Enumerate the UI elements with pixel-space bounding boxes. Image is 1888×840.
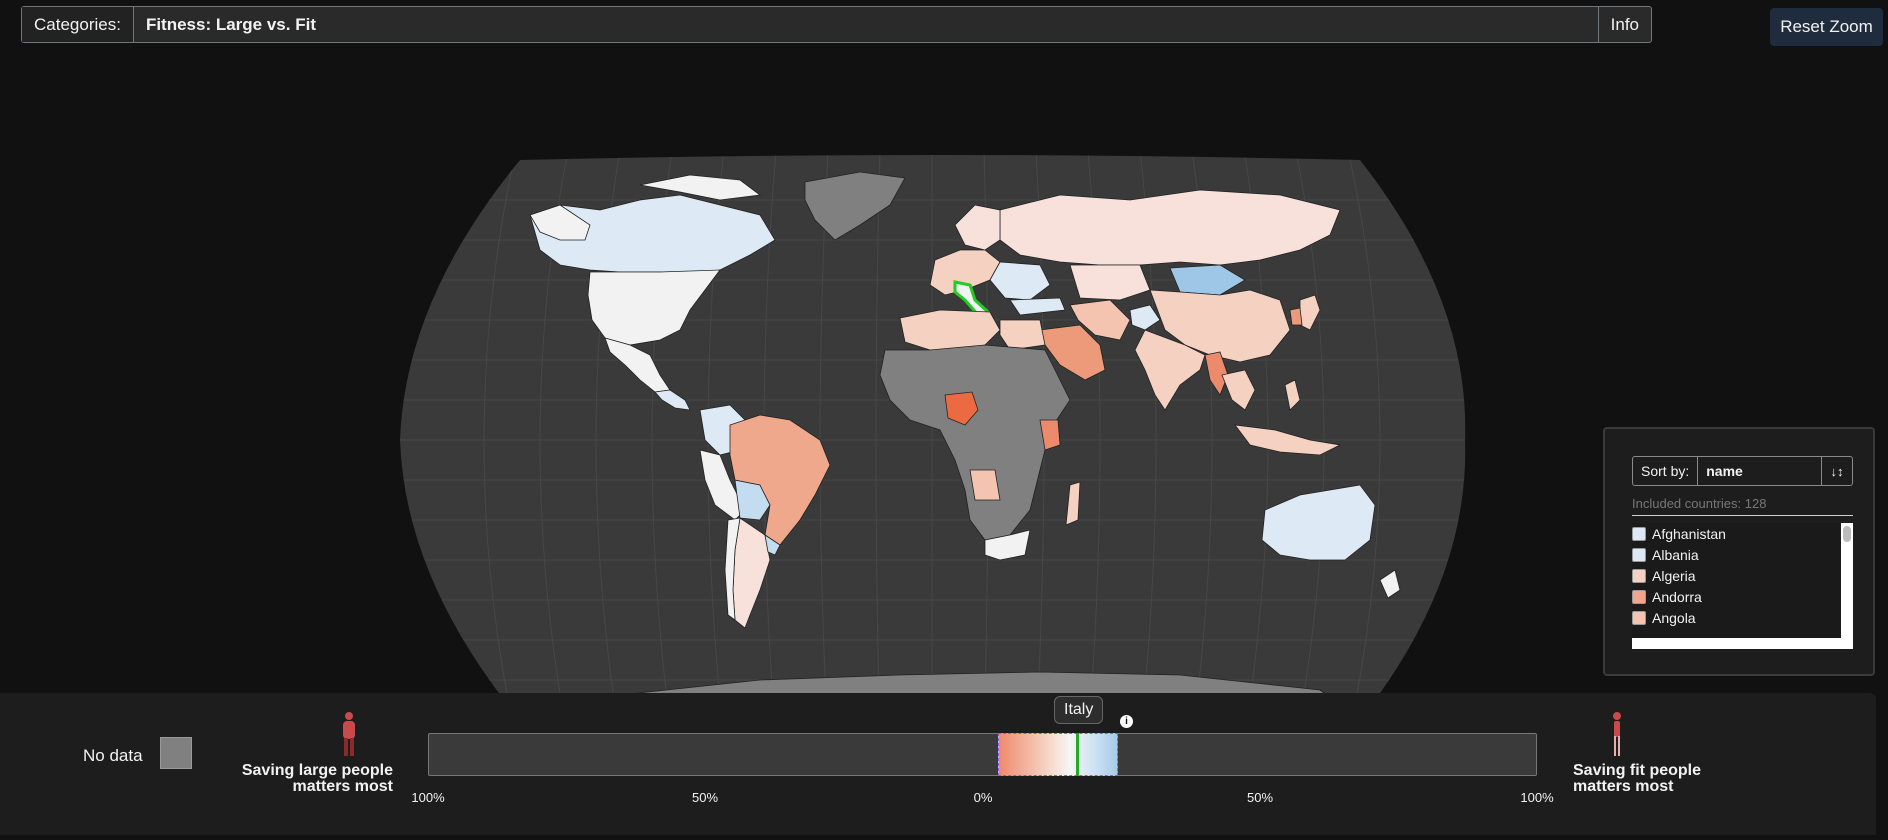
country-tooltip: Italy [1054,696,1104,724]
categories-bar: Categories: Fitness: Large vs. Fit Info [21,6,1652,43]
country-list-item[interactable]: Albania [1632,544,1853,565]
fit-person-icon [1613,712,1621,756]
preference-scale-bar[interactable] [428,733,1537,776]
country-list-item[interactable]: Algeria [1632,565,1853,586]
info-button[interactable]: Info [1597,7,1651,42]
list-footer [1632,638,1853,649]
reset-zoom-button[interactable]: Reset Zoom [1770,8,1883,46]
included-countries-count: Included countries: 128 [1632,496,1853,516]
tick-label: 100% [1520,790,1554,805]
country-color-swatch [1632,547,1646,562]
country-name: Angola [1652,609,1696,626]
large-person-icon [343,712,355,756]
no-data-swatch [160,737,192,769]
right-scale-label: Saving fit people matters most [1573,763,1733,795]
korea[interactable] [1289,307,1303,326]
left-label-line2: matters most [292,778,393,795]
scrollbar-thumb[interactable] [1843,526,1851,542]
category-select[interactable]: Fitness: Large vs. Fit [134,7,1598,42]
country-list[interactable]: Afghanistan Albania Algeria Andorra Angola [1632,523,1853,649]
sort-select[interactable]: name [1698,457,1821,485]
country-color-swatch [1632,568,1646,583]
italy-marker [1076,733,1079,776]
country-name: Andorra [1652,588,1702,605]
country-list-item[interactable]: Afghanistan [1632,523,1853,544]
country-color-swatch [1632,610,1646,625]
tick-label: 100% [411,790,445,805]
egypt[interactable] [999,319,1046,351]
country-name: Algeria [1652,567,1696,584]
country-color-swatch [1632,526,1646,541]
sort-direction-icon[interactable]: ↓↕ [1821,457,1852,485]
left-scale-label: Saving large people matters most [235,763,393,795]
italy-range [998,733,1118,776]
sort-label: Sort by: [1633,457,1699,485]
tick-label: 0% [973,790,993,805]
sort-control: Sort by: name ↓↕ [1632,456,1853,486]
right-label-line1: Saving fit people [1573,762,1702,779]
country-name: Albania [1652,546,1699,563]
tick-label: 50% [691,790,719,805]
country-color-swatch [1632,589,1646,604]
country-name: Afghanistan [1652,525,1726,542]
tick-label: 50% [1246,790,1274,805]
info-icon[interactable]: i [1120,715,1133,728]
angola[interactable] [969,469,1001,501]
legend-panel: No data Saving large people matters most… [0,693,1876,835]
categories-label: Categories: [22,7,134,42]
no-data-label: No data [83,746,143,765]
list-scrollbar[interactable] [1841,523,1853,638]
country-list-item[interactable]: Andorra [1632,586,1853,607]
north-africa[interactable] [899,309,1001,351]
left-label-line1: Saving large people [241,762,393,779]
country-sort-panel: Sort by: name ↓↕ Included countries: 128… [1603,427,1875,676]
country-list-item[interactable]: Angola [1632,607,1853,628]
right-label-line2: matters most [1573,778,1674,795]
